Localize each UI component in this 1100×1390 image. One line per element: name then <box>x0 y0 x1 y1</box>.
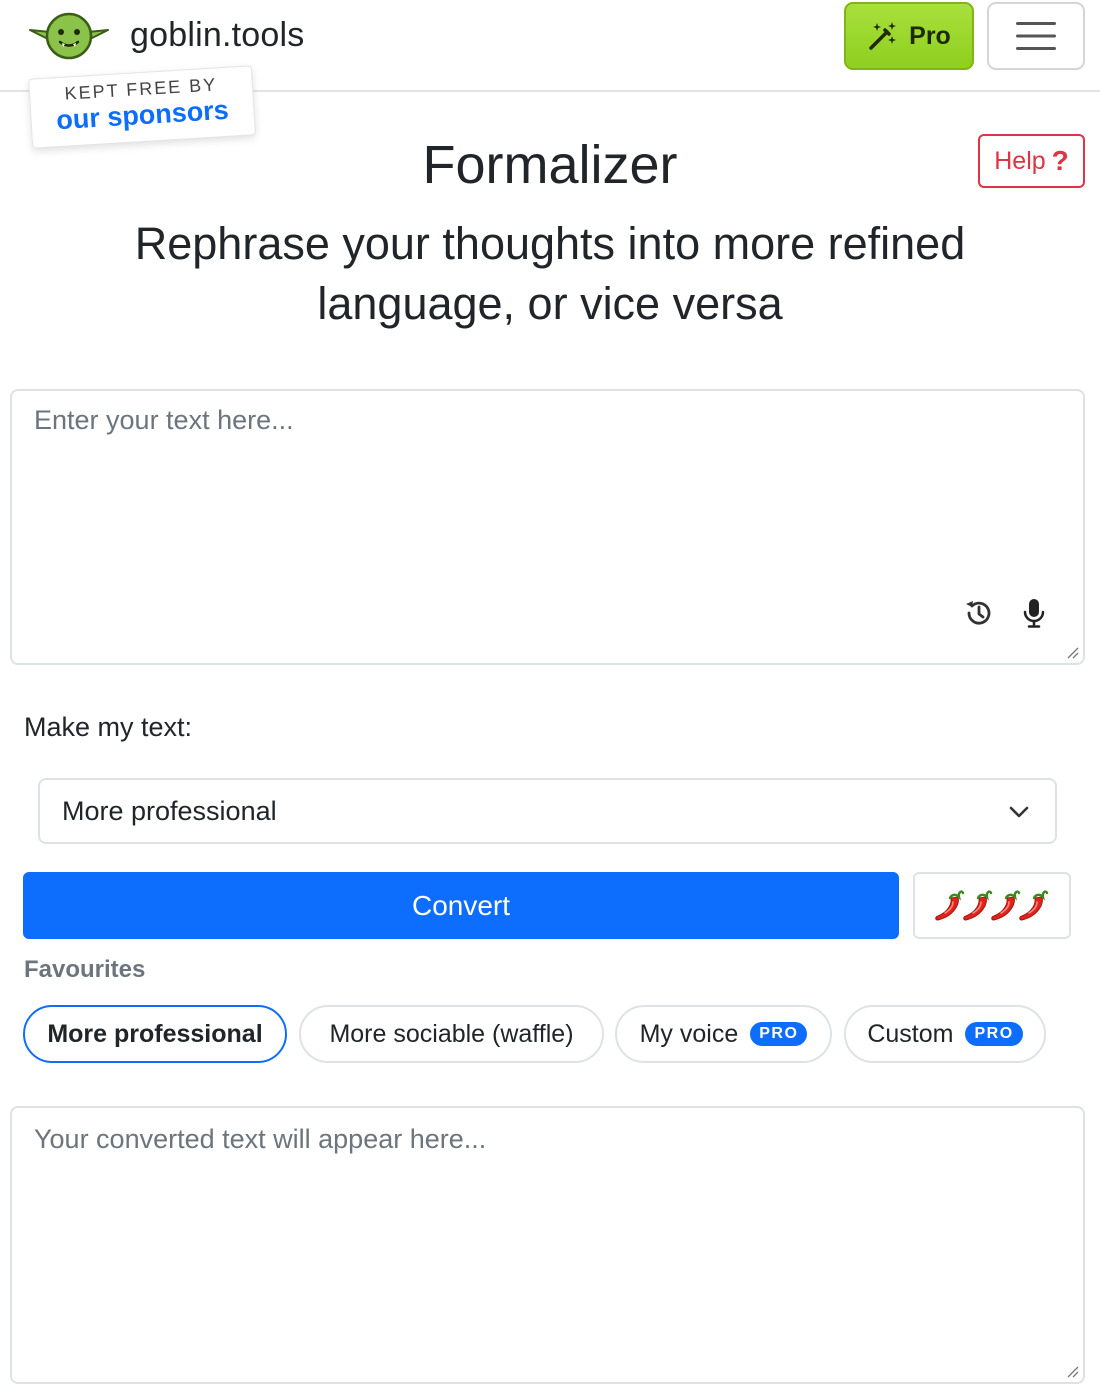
question-icon: ? <box>1051 145 1069 176</box>
favourite-chip-more-professional[interactable]: More professional <box>23 1005 287 1063</box>
menu-toggle-button[interactable] <box>987 2 1085 70</box>
resize-handle-icon[interactable] <box>1065 645 1079 659</box>
output-text[interactable] <box>12 1108 1083 1382</box>
chevron-down-icon <box>1009 806 1029 818</box>
output-container <box>10 1106 1085 1384</box>
help-label: Help <box>994 146 1046 175</box>
pro-button[interactable]: Pro <box>844 2 974 70</box>
chili-pepper-icon <box>935 889 965 921</box>
goblin-logo-icon <box>29 12 109 60</box>
sponsor-badge[interactable]: KEPT FREE BY our sponsors <box>28 65 256 149</box>
page-subtitle: Rephrase your thoughts into more refined… <box>134 218 966 329</box>
chip-label: My voice <box>639 1019 739 1048</box>
chili-pepper-icon <box>963 889 993 921</box>
selected-mode: More professional <box>62 795 277 826</box>
brand-link[interactable]: goblin.tools <box>28 8 304 62</box>
pro-label: Pro <box>909 21 951 50</box>
chili-pepper-icon <box>1019 889 1049 921</box>
chili-peppers-icon <box>935 889 1049 921</box>
favourite-chip-custom[interactable]: Custom PRO <box>844 1005 1046 1063</box>
page-title: Formalizer <box>422 135 678 195</box>
history-icon[interactable] <box>963 597 995 629</box>
pro-badge: PRO <box>965 1022 1023 1046</box>
favourite-chip-my-voice[interactable]: My voice PRO <box>615 1005 832 1063</box>
chip-label: More sociable (waffle) <box>329 1019 574 1048</box>
text-input[interactable] <box>12 391 1083 663</box>
input-container <box>10 389 1085 665</box>
spiciness-button[interactable] <box>913 872 1071 939</box>
hamburger-menu-icon <box>1016 22 1056 50</box>
convert-button[interactable]: Convert <box>23 872 899 939</box>
favourite-chip-more-sociable[interactable]: More sociable (waffle) <box>299 1005 604 1063</box>
make-text-label: Make my text: <box>24 712 193 742</box>
pro-badge: PRO <box>750 1022 808 1046</box>
microphone-icon[interactable] <box>1018 597 1050 629</box>
help-button[interactable]: Help ? <box>978 134 1085 188</box>
chip-label: More professional <box>47 1019 263 1048</box>
chip-label: Custom <box>867 1019 954 1048</box>
favourites-label: Favourites <box>24 956 146 983</box>
brand-name: goblin.tools <box>130 15 305 54</box>
mode-select[interactable]: More professional <box>38 778 1057 844</box>
magic-wand-icon <box>869 22 897 50</box>
resize-handle-icon[interactable] <box>1065 1364 1079 1378</box>
chili-pepper-icon <box>991 889 1021 921</box>
